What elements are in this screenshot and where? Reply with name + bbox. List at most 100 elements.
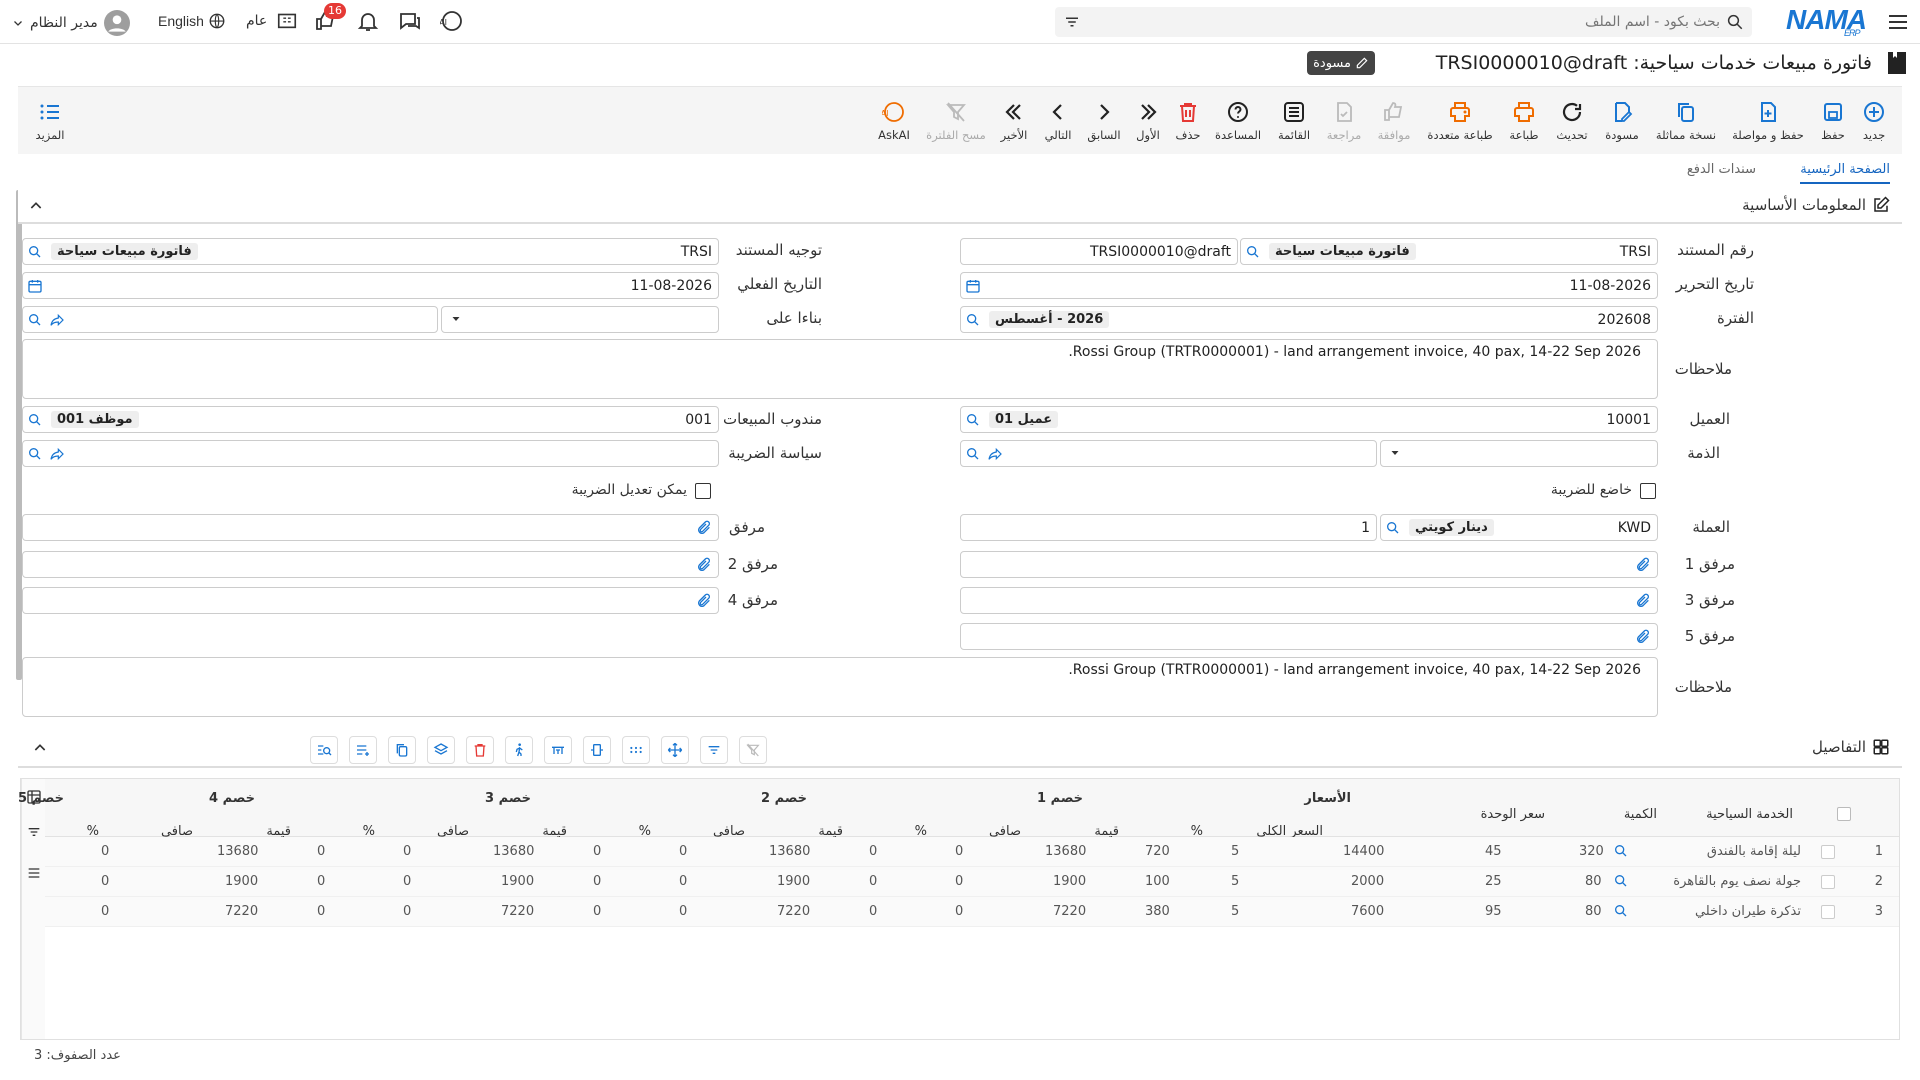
attach5-field[interactable] xyxy=(960,623,1658,650)
lookup-icon[interactable] xyxy=(1245,244,1261,260)
cell-d5-pct[interactable]: 0 xyxy=(101,904,109,919)
scope-label[interactable]: عام xyxy=(246,13,267,29)
cell-d4-value[interactable]: 0 xyxy=(317,904,325,919)
more-button[interactable]: المزيد xyxy=(24,87,76,155)
cell-qty[interactable]: 320 xyxy=(1579,844,1604,859)
cell-d4-value[interactable]: 0 xyxy=(317,874,325,889)
cell-d1-pct[interactable]: 5 xyxy=(1231,874,1239,889)
share-icon[interactable] xyxy=(49,312,65,328)
help-button[interactable]: المساعدة xyxy=(1210,87,1266,155)
cell-qty[interactable]: 80 xyxy=(1585,904,1602,919)
search-icon[interactable] xyxy=(1726,13,1744,31)
tab-payments[interactable]: سندات الدفع xyxy=(1687,162,1756,182)
copy-icon[interactable] xyxy=(388,736,416,764)
filter-icon[interactable] xyxy=(26,824,42,840)
filter-lines-icon[interactable] xyxy=(700,736,728,764)
paperclip-icon[interactable] xyxy=(1635,593,1651,609)
cell-d1-net[interactable]: 7220 xyxy=(1053,904,1086,919)
calendar-icon[interactable] xyxy=(965,278,981,294)
clear-filter-button[interactable]: مسح الفلترة xyxy=(922,87,990,155)
cell-d2-net[interactable]: 13680 xyxy=(769,844,810,859)
based-on-field[interactable] xyxy=(22,306,438,333)
notes-textarea[interactable]: Rossi Group (TRTR0000001) - land arrange… xyxy=(22,339,1658,399)
cell-d3-value[interactable]: 0 xyxy=(593,844,601,859)
attach1-field[interactable] xyxy=(960,551,1658,578)
layers-icon[interactable] xyxy=(427,736,455,764)
cell-d2-pct[interactable]: 0 xyxy=(955,844,963,859)
col-unit-price[interactable]: سعر الوحدة xyxy=(1481,807,1545,822)
move-icon[interactable] xyxy=(661,736,689,764)
cell-unit-price[interactable]: 45 xyxy=(1485,844,1502,859)
cell-d2-net[interactable]: 1900 xyxy=(777,874,810,889)
cell-d2-pct[interactable]: 0 xyxy=(955,874,963,889)
based-on-select[interactable] xyxy=(441,306,719,333)
paperclip-icon[interactable] xyxy=(696,593,712,609)
attach-field[interactable] xyxy=(22,514,719,541)
calendar-icon[interactable] xyxy=(27,278,43,294)
fit-width-icon[interactable] xyxy=(583,736,611,764)
cell-d3-net[interactable]: 13680 xyxy=(493,844,534,859)
cell-total[interactable]: 7600 xyxy=(1351,904,1384,919)
basic-info-header[interactable]: المعلومات الأساسية xyxy=(18,190,1902,224)
liability-field[interactable] xyxy=(960,440,1377,467)
draft-button[interactable]: مسودة xyxy=(1598,87,1646,155)
chat-icon[interactable] xyxy=(396,9,422,35)
cell-d4-pct[interactable]: 0 xyxy=(403,904,411,919)
last-button[interactable]: الأخير xyxy=(994,87,1034,155)
apps-grid-icon[interactable] xyxy=(622,736,650,764)
app-logo[interactable]: NAMA ERP xyxy=(1786,4,1870,38)
cell-d1-pct[interactable]: 5 xyxy=(1231,904,1239,919)
select-all-checkbox[interactable] xyxy=(1837,807,1851,821)
doc-no-type-field[interactable]: TRSI فاتورة مبيعات سياحة xyxy=(1240,238,1658,265)
row-checkbox[interactable] xyxy=(1821,875,1835,889)
notes2-textarea[interactable]: Rossi Group (TRTR0000001) - land arrange… xyxy=(22,657,1658,717)
bell-icon[interactable] xyxy=(354,9,380,35)
cell-d1-net[interactable]: 13680 xyxy=(1045,844,1086,859)
share-icon[interactable] xyxy=(987,446,1003,462)
save-continue-button[interactable]: حفظ و مواصلة xyxy=(1726,87,1810,155)
cell-d5-pct[interactable]: 0 xyxy=(101,874,109,889)
ai-assistant-icon[interactable]: AI xyxy=(438,9,464,35)
lookup-icon[interactable] xyxy=(27,244,43,260)
cell-total[interactable]: 14400 xyxy=(1343,844,1384,859)
col-service[interactable]: الخدمة السياحية xyxy=(1706,807,1793,822)
cell-d2-value[interactable]: 0 xyxy=(869,844,877,859)
cell-d4-pct[interactable]: 0 xyxy=(403,874,411,889)
share-icon[interactable] xyxy=(49,446,65,462)
exchange-rate-field[interactable]: 1 xyxy=(960,514,1377,541)
chevron-up-icon[interactable] xyxy=(28,198,44,214)
table-row[interactable]: 3 تذكرة طيران داخلي 80 95 7600 5 380 722… xyxy=(45,897,1899,927)
language-switch[interactable]: English xyxy=(158,12,226,30)
insert-row-icon[interactable] xyxy=(349,736,377,764)
paperclip-icon[interactable] xyxy=(1635,629,1651,645)
table-merge-icon[interactable] xyxy=(544,736,572,764)
refresh-button[interactable]: تحديث xyxy=(1550,87,1594,155)
cell-d2-value[interactable]: 0 xyxy=(869,904,877,919)
next-button[interactable]: التالي xyxy=(1038,87,1078,155)
duplicate-button[interactable]: نسخة مماثلة xyxy=(1650,87,1722,155)
doc-dir-field[interactable]: TRSI فاتورة مبيعات سياحة xyxy=(22,238,719,265)
search-rows-icon[interactable] xyxy=(310,736,338,764)
cell-d3-value[interactable]: 0 xyxy=(593,874,601,889)
lookup-icon[interactable] xyxy=(965,312,981,328)
lookup-icon[interactable] xyxy=(1385,520,1401,536)
first-button[interactable]: الأول xyxy=(1130,87,1166,155)
approvals-icon[interactable]: 16 xyxy=(312,3,346,35)
paperclip-icon[interactable] xyxy=(1635,557,1651,573)
cell-service[interactable]: جولة نصف يوم بالقاهرة xyxy=(1673,874,1801,889)
lookup-icon[interactable] xyxy=(1613,873,1629,889)
cell-total[interactable]: 2000 xyxy=(1351,874,1384,889)
user-menu[interactable]: مدير النظام xyxy=(12,10,130,36)
row-checkbox[interactable] xyxy=(1821,905,1835,919)
cell-service[interactable]: تذكرة طيران داخلي xyxy=(1695,904,1801,919)
tab-main[interactable]: الصفحة الرئيسية xyxy=(1800,162,1890,184)
hamburger-menu-icon[interactable] xyxy=(1886,10,1910,34)
actual-date-field[interactable]: 11-08-2026 xyxy=(22,272,719,299)
trash-icon[interactable] xyxy=(466,736,494,764)
delete-button[interactable]: حذف xyxy=(1170,87,1206,155)
doc-no-field[interactable]: TRSI0000010@draft xyxy=(960,238,1238,265)
lookup-icon[interactable] xyxy=(1613,843,1629,859)
save-button[interactable]: حفظ xyxy=(1814,87,1852,155)
lookup-icon[interactable] xyxy=(27,312,43,328)
lookup-icon[interactable] xyxy=(1613,903,1629,919)
